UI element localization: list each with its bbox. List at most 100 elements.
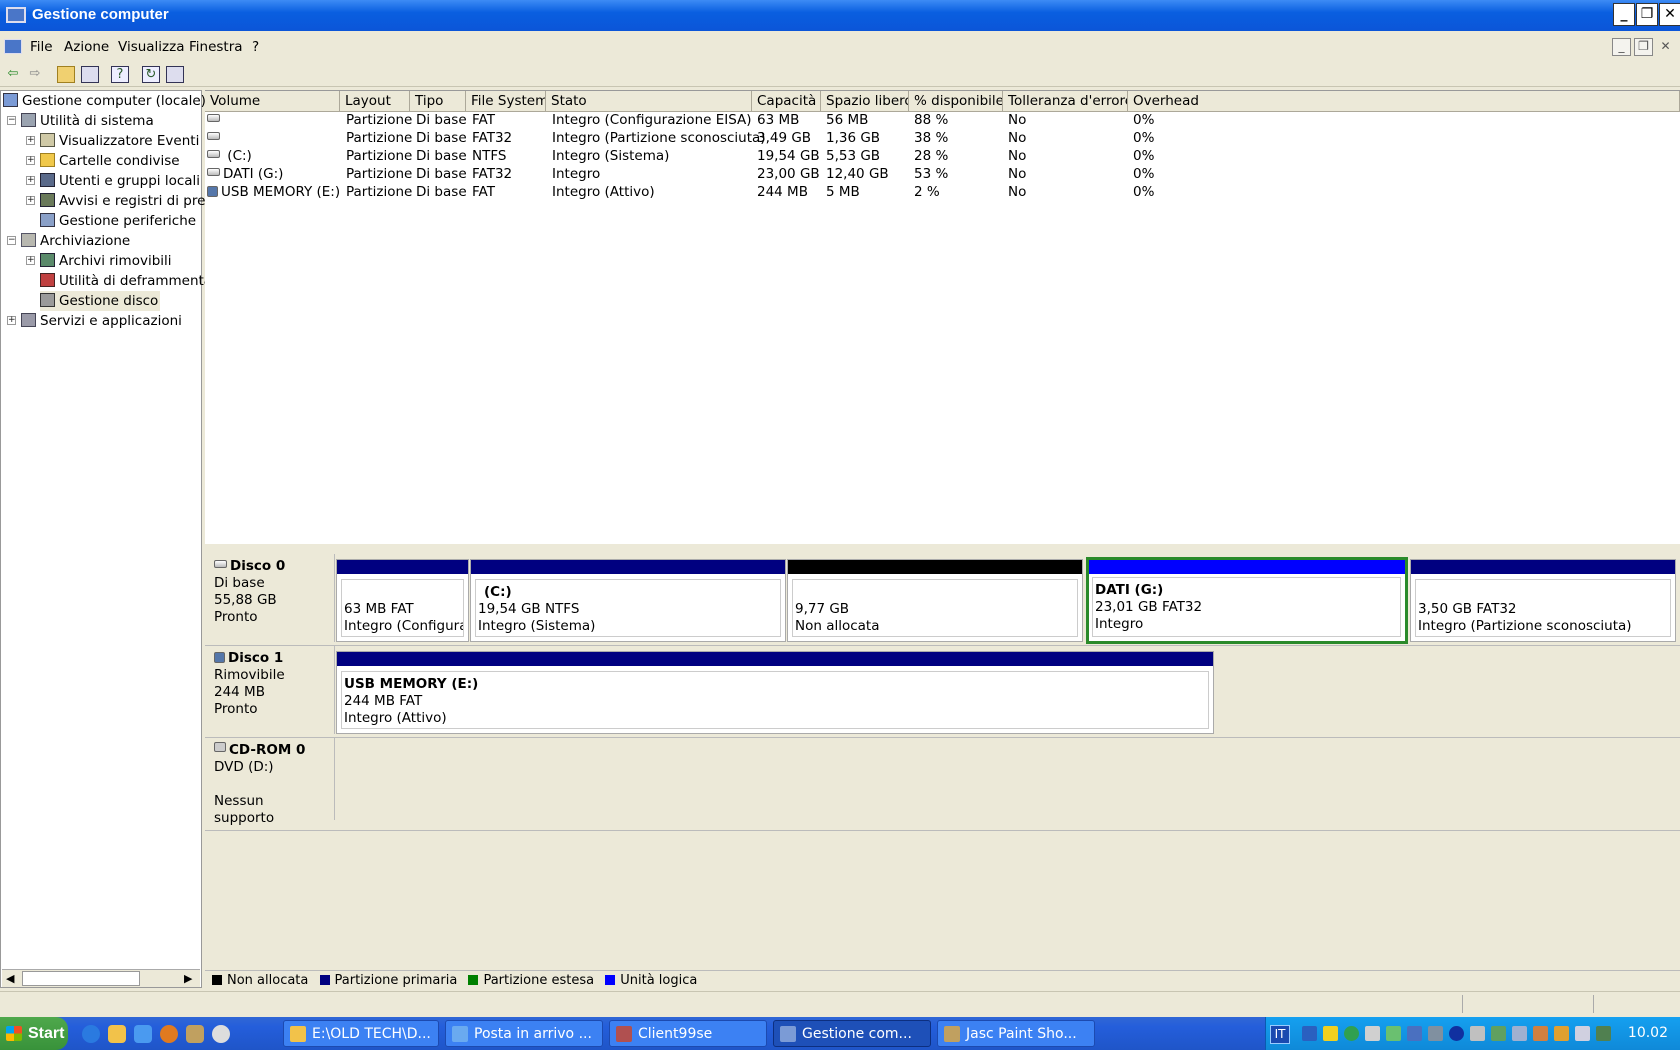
task-jasc-paint[interactable]: Jasc Paint Sho...	[937, 1020, 1095, 1047]
column-header-capacity[interactable]: Capacità	[752, 91, 821, 112]
up-folder-icon[interactable]	[57, 66, 75, 83]
network-icon[interactable]	[1302, 1026, 1317, 1041]
column-header-percent-free[interactable]: % disponibile	[909, 91, 1003, 112]
table-row-volume[interactable]: (C:)	[207, 147, 252, 165]
child-close-button[interactable]: ✕	[1656, 38, 1675, 56]
tree-item-system-tools[interactable]: Utilità di sistema	[21, 111, 154, 131]
task-old-tech[interactable]: E:\OLD TECH\D...	[283, 1020, 439, 1047]
scroll-right-icon[interactable]: ▶	[184, 972, 192, 985]
child-restore-button[interactable]: ❐	[1634, 38, 1653, 56]
expand-icon[interactable]: +	[26, 156, 35, 165]
media-player-icon[interactable]	[212, 1025, 230, 1043]
system-menu-icon[interactable]	[4, 39, 22, 54]
scroll-left-icon[interactable]: ◀	[6, 972, 14, 985]
tray-app-icon[interactable]	[1533, 1026, 1548, 1041]
column-header-fault-tolerance[interactable]: Tolleranza d'errore	[1003, 91, 1128, 112]
globe-icon[interactable]	[1344, 1026, 1359, 1041]
table-row-volume[interactable]: USB MEMORY (E:)	[207, 183, 340, 201]
disk-0-label[interactable]: Disco 0 Di base 55,88 GB Pronto	[205, 554, 335, 642]
column-header-overhead[interactable]: Overhead	[1128, 91, 1680, 112]
column-header-status[interactable]: Stato	[546, 91, 752, 112]
start-button[interactable]: Start	[0, 1017, 68, 1050]
table-row-volume[interactable]	[207, 129, 223, 147]
tree-item-computer-management[interactable]: Gestione computer (locale)	[3, 91, 206, 111]
minimize-button[interactable]: _	[1613, 3, 1635, 26]
column-header-volume[interactable]: Volume	[205, 91, 340, 112]
table-row-volume[interactable]: DATI (G:)	[207, 165, 283, 183]
outlook-icon[interactable]	[134, 1025, 152, 1043]
partition-c[interactable]: (C:) 19,54 GB NTFS Integro (Sistema)	[470, 559, 786, 642]
partition-dati-g[interactable]: DATI (G:) 23,01 GB FAT32 Integro	[1086, 557, 1408, 644]
folder-icon[interactable]	[108, 1025, 126, 1043]
restore-button[interactable]: ❐	[1636, 3, 1658, 26]
partition-eisa[interactable]: 63 MB FAT Integro (Configuraz	[336, 559, 469, 642]
table-cell: 3,49 GB	[757, 130, 812, 146]
column-header-layout[interactable]: Layout	[340, 91, 410, 112]
table-row-volume[interactable]	[207, 111, 223, 129]
task-gestione-computer[interactable]: Gestione com...	[773, 1020, 931, 1047]
tree-item-disk-management[interactable]: Gestione disco	[40, 291, 161, 311]
collapse-icon[interactable]: −	[7, 116, 16, 125]
scroll-thumb[interactable]	[22, 971, 140, 986]
tree-item-performance-logs[interactable]: Avvisi e registri di prest	[40, 191, 218, 211]
ie-icon[interactable]	[82, 1025, 100, 1043]
expand-icon[interactable]: +	[26, 256, 35, 265]
partition-unknown[interactable]: 3,50 GB FAT32 Integro (Partizione sconosc…	[1410, 559, 1676, 642]
column-header-filesystem[interactable]: File System	[466, 91, 546, 112]
back-arrow-icon[interactable]: ⇦	[4, 66, 22, 83]
table-cell: 88 %	[914, 112, 949, 128]
language-indicator[interactable]: IT	[1270, 1025, 1290, 1044]
tree-item-services-apps[interactable]: Servizi e applicazioni	[21, 311, 182, 331]
tray-app-icon[interactable]	[1491, 1026, 1506, 1041]
refresh-icon[interactable]: ↻	[142, 66, 160, 83]
column-header-free-space[interactable]: Spazio libero	[821, 91, 909, 112]
tray-app-icon[interactable]	[1596, 1026, 1611, 1041]
tray-app-icon[interactable]	[1554, 1026, 1569, 1041]
menu-visualizza[interactable]: Visualizza	[118, 39, 185, 55]
tree-item-device-manager[interactable]: Gestione periferiche	[40, 211, 196, 231]
task-client99se[interactable]: Client99se	[609, 1020, 767, 1047]
monitor-icon[interactable]	[1512, 1026, 1527, 1041]
tray-app-icon[interactable]	[1470, 1026, 1485, 1041]
expand-icon[interactable]: +	[7, 316, 16, 325]
close-button[interactable]: ✕	[1659, 3, 1680, 26]
properties-icon[interactable]	[166, 66, 184, 83]
wireless-icon[interactable]	[1575, 1026, 1590, 1041]
menu-azione[interactable]: Azione	[64, 39, 109, 55]
tray-app-icon[interactable]	[1428, 1026, 1443, 1041]
tree-horizontal-scrollbar[interactable]: ◀ ▶	[2, 969, 200, 987]
firefox-icon[interactable]	[160, 1025, 178, 1043]
paint-icon[interactable]	[186, 1025, 204, 1043]
warning-icon[interactable]	[1323, 1026, 1338, 1041]
tree-item-removable-storage[interactable]: Archivi rimovibili	[40, 251, 172, 271]
column-header-type[interactable]: Tipo	[410, 91, 466, 112]
forward-arrow-icon[interactable]: ⇨	[26, 66, 44, 83]
expand-icon[interactable]: +	[26, 196, 35, 205]
tree-item-defragmenter[interactable]: Utilità di deframmentaz	[40, 271, 219, 291]
divider	[205, 830, 1680, 831]
expand-icon[interactable]: +	[26, 136, 35, 145]
tree-item-local-users[interactable]: Utenti e gruppi locali	[40, 171, 200, 191]
disk-1-label[interactable]: Disco 1 Rimovibile 244 MB Pronto	[205, 646, 335, 734]
cdrom-0-label[interactable]: CD-ROM 0 DVD (D:) Nessun supporto	[205, 738, 335, 826]
partition-usb-memory[interactable]: USB MEMORY (E:) 244 MB FAT Integro (Attivo…	[336, 651, 1214, 734]
help-topic-icon[interactable]: ?	[111, 66, 129, 83]
tray-app-icon[interactable]	[1407, 1026, 1422, 1041]
tree-item-shared-folders[interactable]: Cartelle condivise	[40, 151, 180, 171]
tree-item-storage[interactable]: Archiviazione	[21, 231, 130, 251]
task-posta[interactable]: Posta in arrivo ...	[445, 1020, 603, 1047]
menu-file[interactable]: File	[30, 39, 53, 55]
partition-unallocated[interactable]: 9,77 GB Non allocata	[787, 559, 1083, 642]
menu-finestra[interactable]: Finestra	[189, 39, 243, 55]
collapse-icon[interactable]: −	[7, 236, 16, 245]
tray-app-icon[interactable]	[1386, 1026, 1401, 1041]
title-bar[interactable]: Gestione computer _ ❐ ✕	[0, 0, 1680, 31]
show-tree-icon[interactable]	[81, 66, 99, 83]
tree-item-event-viewer[interactable]: Visualizzatore Eventi	[40, 131, 199, 151]
bluetooth-icon[interactable]	[1449, 1026, 1464, 1041]
child-minimize-button[interactable]: _	[1612, 38, 1631, 56]
tray-app-icon[interactable]	[1365, 1026, 1380, 1041]
menu-help[interactable]: ?	[252, 39, 259, 55]
expand-icon[interactable]: +	[26, 176, 35, 185]
clock[interactable]: 10.02	[1628, 1025, 1668, 1041]
